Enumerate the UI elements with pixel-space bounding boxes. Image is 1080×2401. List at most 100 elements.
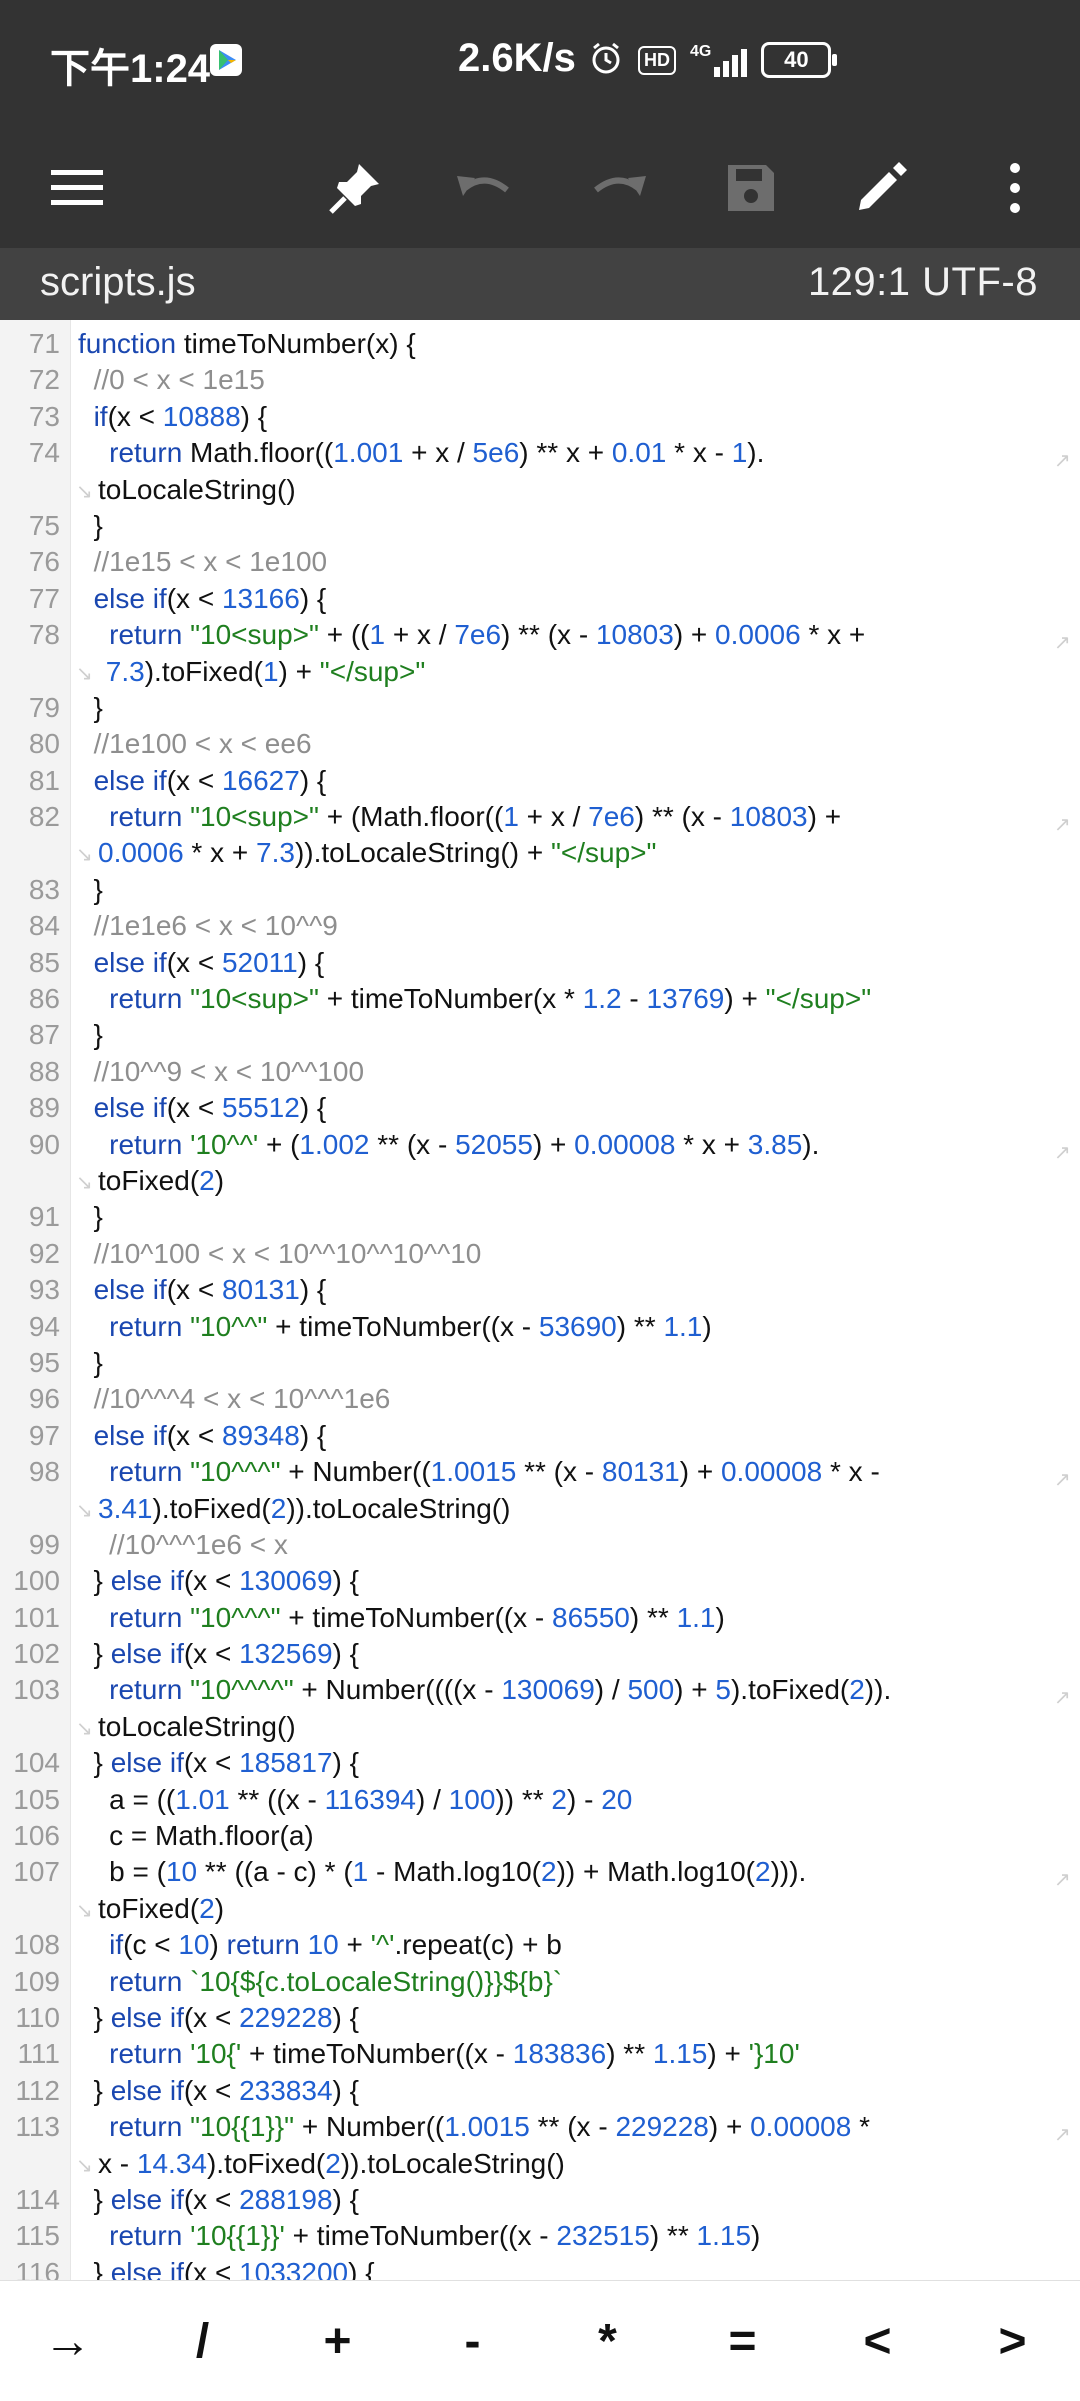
line-number: 107 <box>13 1856 60 1888</box>
code-text: //10^^^1e6 < x <box>109 1528 288 1560</box>
redo-button[interactable] <box>563 128 673 248</box>
code-line[interactable]: 103 return "10^^^^" + Number((((x - 1300… <box>0 1672 1080 1709</box>
code-line[interactable]: 98 return "10^^^" + Number((1.0015 ** (x… <box>0 1454 1080 1491</box>
code-line[interactable]: 89 else if(x < 55512) { <box>0 1090 1080 1126</box>
code-line[interactable]: 79 } <box>0 690 1080 726</box>
pin-button[interactable] <box>300 128 410 248</box>
undo-button[interactable] <box>430 128 540 248</box>
symbol-key[interactable]: → <box>0 2281 135 2401</box>
code-line[interactable]: toFixed(2) ↘ <box>0 1891 1080 1927</box>
code-line[interactable]: 100 } else if(x < 130069) { <box>0 1563 1080 1599</box>
code-line[interactable]: 85 else if(x < 52011) { <box>0 945 1080 981</box>
code-text: return "10{{1}}" + Number((1.0015 ** (x … <box>109 2111 871 2143</box>
symbol-key[interactable]: < <box>810 2281 945 2401</box>
code-line[interactable]: 112 } else if(x < 233834) { <box>0 2073 1080 2109</box>
code-text: //1e15 < x < 1e100 <box>93 546 328 578</box>
code-line[interactable]: 78 return "10<sup>" + ((1 + x / 7e6) ** … <box>0 617 1080 654</box>
symbol-key[interactable]: > <box>945 2281 1080 2401</box>
code-line[interactable]: 84 //1e1e6 < x < 10^^9 <box>0 908 1080 944</box>
code-line[interactable]: 80 //1e100 < x < ee6 <box>0 726 1080 762</box>
code-line[interactable]: 97 else if(x < 89348) { <box>0 1418 1080 1454</box>
code-line[interactable]: toLocaleString() ↘ <box>0 472 1080 508</box>
symbol-key[interactable]: * <box>540 2281 675 2401</box>
symbol-key[interactable]: / <box>135 2281 270 2401</box>
code-line[interactable]: 95 } <box>0 1345 1080 1381</box>
code-line[interactable]: 75 } <box>0 508 1080 544</box>
code-line[interactable]: 82 return "10<sup>" + (Math.floor((1 + x… <box>0 799 1080 837</box>
line-number: 115 <box>15 2220 60 2252</box>
code-line[interactable]: 106 c = Math.floor(a) <box>0 1818 1080 1854</box>
line-number: 88 <box>28 1055 60 1087</box>
code-text: x - 14.34).toFixed(2)).toLocaleString() <box>98 2147 565 2179</box>
code-line[interactable]: 73 if(x < 10888) { <box>0 399 1080 435</box>
code-line[interactable]: 77 else if(x < 13166) { <box>0 581 1080 617</box>
alarm-icon <box>588 40 624 81</box>
code-text: } else if(x < 1033200) { <box>78 2256 375 2280</box>
code-line[interactable]: 87 } <box>0 1017 1080 1053</box>
code-line[interactable]: 0.0006 * x + 7.3)).toLocaleString() + "<… <box>0 835 1080 871</box>
code-text: else if(x < 13166) { <box>93 582 327 614</box>
wrap-indicator-icon: ↗ <box>1054 814 1071 837</box>
code-line[interactable]: 7.3).toFixed(1) + "</sup>" ↘ <box>0 654 1080 690</box>
code-line[interactable]: 86 return "10<sup>" + timeToNumber(x * 1… <box>0 981 1080 1017</box>
code-line[interactable]: 99 //10^^^1e6 < x <box>0 1527 1080 1563</box>
line-number: 84 <box>28 910 60 942</box>
code-line[interactable]: 111 return '10{' + timeToNumber((x - 183… <box>0 2036 1080 2072</box>
code-line[interactable]: 72 //0 < x < 1e15 <box>0 362 1080 398</box>
code-line[interactable]: 115 return '10{{1}}' + timeToNumber((x -… <box>0 2218 1080 2254</box>
code-line[interactable]: 71 function timeToNumber(x) { <box>0 326 1080 362</box>
code-line[interactable]: 105 a = ((1.01 ** ((x - 116394) / 100)) … <box>0 1782 1080 1818</box>
code-line[interactable]: 92 //10^100 < x < 10^^10^^10^^10 <box>0 1236 1080 1272</box>
line-number: 99 <box>28 1528 60 1560</box>
code-line[interactable]: 93 else if(x < 80131) { <box>0 1272 1080 1308</box>
symbol-key[interactable]: + <box>270 2281 405 2401</box>
code-text: return "10<sup>" + timeToNumber(x * 1.2 … <box>109 983 872 1015</box>
code-line[interactable]: 109 return `10{${c.toLocaleString()}}${b… <box>0 1964 1080 2000</box>
hamburger-menu-icon <box>51 170 103 205</box>
code-line[interactable]: 108 if(c < 10) return 10 + '^'.repeat(c)… <box>0 1927 1080 1963</box>
code-line[interactable]: 107 b = (10 ** ((a - c) * (1 - Math.log1… <box>0 1854 1080 1891</box>
code-editor[interactable]: 71 function timeToNumber(x) {72 //0 < x <… <box>0 320 1080 2280</box>
symbol-key[interactable]: = <box>675 2281 810 2401</box>
line-number: 87 <box>28 1019 60 1051</box>
code-line[interactable]: 94 return "10^^" + timeToNumber((x - 536… <box>0 1309 1080 1345</box>
code-line[interactable]: 91 } <box>0 1199 1080 1235</box>
line-number: 76 <box>28 546 60 578</box>
code-line[interactable]: 74 return Math.floor((1.001 + x / 5e6) *… <box>0 435 1080 472</box>
menu-button[interactable] <box>22 128 132 248</box>
code-line[interactable]: 101 return "10^^^" + timeToNumber((x - 8… <box>0 1600 1080 1636</box>
line-number: 113 <box>15 2111 60 2143</box>
code-line[interactable]: 83 } <box>0 872 1080 908</box>
code-line[interactable]: 90 return '10^^' + (1.002 ** (x - 52055)… <box>0 1127 1080 1164</box>
code-line[interactable]: 3.41).toFixed(2)).toLocaleString() ↘ <box>0 1491 1080 1527</box>
line-number: 91 <box>28 1201 60 1233</box>
code-line[interactable]: toLocaleString() ↘ <box>0 1709 1080 1745</box>
line-number: 71 <box>28 328 60 359</box>
code-text: return '10{{1}}' + timeToNumber((x - 232… <box>109 2220 761 2252</box>
code-line[interactable]: 113 return "10{{1}}" + Number((1.0015 **… <box>0 2109 1080 2146</box>
line-number: 108 <box>13 1929 60 1961</box>
line-number: 109 <box>13 1965 60 1997</box>
code-line[interactable]: x - 14.34).toFixed(2)).toLocaleString() ↘ <box>0 2146 1080 2182</box>
code-line[interactable]: 104 } else if(x < 185817) { <box>0 1745 1080 1781</box>
wrap-continue-icon: ↘ <box>76 844 93 867</box>
code-line[interactable]: 114 } else if(x < 288198) { <box>0 2182 1080 2218</box>
code-line[interactable]: 76 //1e15 < x < 1e100 <box>0 544 1080 580</box>
file-info-bar: scripts.js 129:1 UTF-8 <box>0 248 1080 320</box>
edit-button[interactable] <box>826 128 936 248</box>
code-line[interactable]: 102 } else if(x < 132569) { <box>0 1636 1080 1672</box>
wrap-continue-icon: ↘ <box>76 2154 93 2177</box>
code-line[interactable]: 96 //10^^^4 < x < 10^^^1e6 <box>0 1381 1080 1417</box>
line-number: 97 <box>28 1419 60 1451</box>
code-text: } <box>78 509 103 541</box>
code-line[interactable]: 88 //10^^9 < x < 10^^100 <box>0 1054 1080 1090</box>
more-options-button[interactable] <box>960 128 1070 248</box>
code-line[interactable]: toFixed(2) ↘ <box>0 1163 1080 1199</box>
code-line[interactable]: 81 else if(x < 16627) { <box>0 763 1080 799</box>
code-line[interactable]: 116 } else if(x < 1033200) { <box>0 2255 1080 2280</box>
save-button[interactable] <box>696 128 806 248</box>
line-number: 106 <box>13 1820 60 1852</box>
symbol-key[interactable]: - <box>405 2281 540 2401</box>
line-number: 98 <box>28 1456 60 1488</box>
code-line[interactable]: 110 } else if(x < 229228) { <box>0 2000 1080 2036</box>
